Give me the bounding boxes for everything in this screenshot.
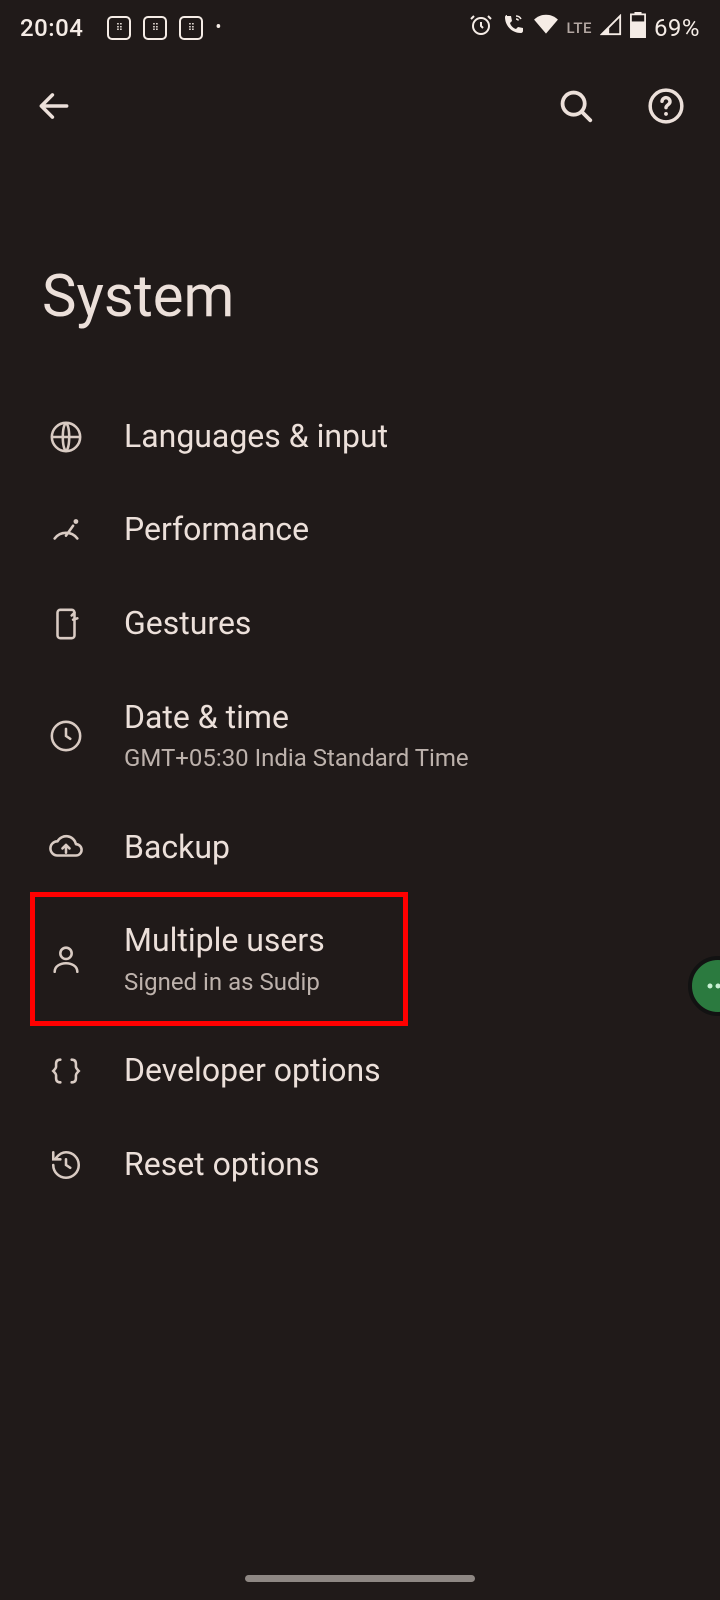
row-subtitle: Signed in as Sudip — [124, 964, 325, 998]
status-left: 20:04 ⠿ ⠿ ⠿ • — [20, 14, 221, 42]
person-icon — [48, 941, 84, 977]
speedometer-icon — [48, 512, 84, 548]
back-button[interactable] — [30, 82, 78, 130]
battery-icon — [630, 12, 646, 44]
more-notifications-dot: • — [215, 19, 221, 37]
performance-row[interactable]: Performance — [0, 483, 720, 577]
app-icon-1: ⠿ — [107, 16, 131, 40]
row-title: Developer options — [124, 1050, 381, 1092]
alarm-icon — [469, 13, 493, 43]
wifi-calling-icon — [501, 13, 525, 43]
status-right: LTE 69% — [469, 12, 700, 44]
network-type: LTE — [567, 19, 592, 37]
backup-row[interactable]: Backup — [0, 801, 720, 895]
page-title: System — [0, 156, 720, 390]
globe-icon — [48, 419, 84, 455]
multiple-users-row[interactable]: Multiple users Signed in as Sudip — [0, 894, 720, 1024]
gestures-row[interactable]: Gestures — [0, 577, 720, 671]
cloud-upload-icon — [48, 829, 84, 865]
battery-percent: 69% — [654, 14, 700, 42]
app-bar — [0, 56, 720, 156]
gesture-nav-bar[interactable] — [245, 1575, 475, 1582]
row-title: Backup — [124, 827, 230, 869]
wifi-icon — [533, 13, 559, 43]
app-icon-2: ⠿ — [143, 16, 167, 40]
phone-gesture-icon — [48, 606, 84, 642]
settings-list: Languages & input Performance Gestures D… — [0, 390, 720, 1212]
developer-options-row[interactable]: Developer options — [0, 1024, 720, 1118]
row-title: Reset options — [124, 1144, 319, 1186]
date-time-row[interactable]: Date & time GMT+05:30 India Standard Tim… — [0, 671, 720, 801]
status-bar: 20:04 ⠿ ⠿ ⠿ • LTE 69% — [0, 0, 720, 56]
row-title: Date & time — [124, 697, 469, 739]
languages-input-row[interactable]: Languages & input — [0, 390, 720, 484]
reset-icon — [48, 1147, 84, 1183]
braces-icon — [48, 1053, 84, 1089]
row-title: Languages & input — [124, 416, 388, 458]
help-button[interactable] — [642, 82, 690, 130]
row-subtitle: GMT+05:30 India Standard Time — [124, 740, 469, 774]
search-button[interactable] — [552, 82, 600, 130]
clock-icon — [48, 718, 84, 754]
row-title: Multiple users — [124, 920, 325, 962]
row-title: Gestures — [124, 603, 251, 645]
signal-icon — [600, 14, 622, 42]
app-icon-3: ⠿ — [179, 16, 203, 40]
status-time: 20:04 — [20, 14, 83, 42]
reset-options-row[interactable]: Reset options — [0, 1118, 720, 1212]
row-title: Performance — [124, 509, 309, 551]
